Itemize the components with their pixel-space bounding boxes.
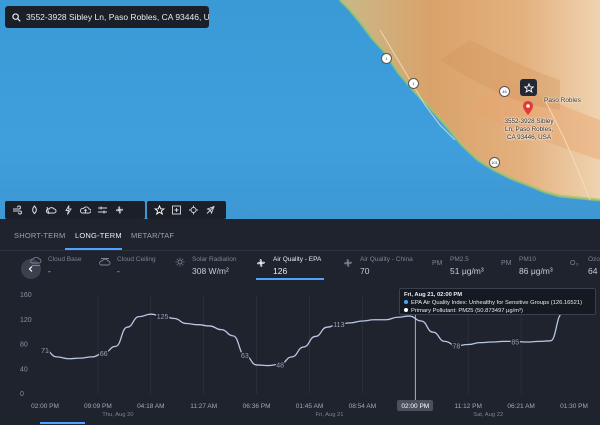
- y-axis-ticks: 0 40 80 120 160: [20, 292, 32, 398]
- x-tick-label: 02:00 PM: [31, 403, 59, 410]
- x-tick-label: 01:30 PM: [560, 403, 588, 410]
- tooltip-line-pollutant: Primary Pollutant: PM25 (50.873497 μg/m³…: [404, 307, 591, 315]
- date-labels: Thu, Aug 20 Fri, Aug 21 Sat, Aug 22: [102, 412, 503, 418]
- x-tick-label: 09:09 PM: [84, 403, 112, 410]
- x-tick-label: 04:18 AM: [137, 403, 164, 410]
- x-tick-label: 08:54 AM: [349, 403, 376, 410]
- chart-tooltip: Fri, Aug 21, 02:00 PM EPA Air Quality In…: [399, 288, 596, 315]
- x-tick-label: 02:00 PM: [401, 403, 429, 410]
- point-label: 63: [241, 353, 249, 360]
- air-quality-chart[interactable]: 0 40 80 120 160 02:00 PM 09:09 PM 04:18 AM 11:2…: [0, 0, 600, 425]
- point-label: 125: [157, 314, 169, 321]
- series-dot: [404, 308, 408, 313]
- series-dot: [404, 300, 408, 305]
- date-label: Sat, Aug 22: [473, 412, 503, 418]
- tooltip-line-aqi: EPA Air Quality Index: Unhealthy for Sen…: [404, 299, 591, 307]
- x-tick-label: 06:36 PM: [243, 403, 271, 410]
- y-tick-label: 160: [20, 292, 32, 299]
- point-label: 78: [453, 344, 461, 351]
- point-label: 66: [100, 351, 108, 358]
- point-label: 48: [276, 362, 284, 369]
- y-tick-label: 0: [20, 391, 24, 398]
- x-axis-ticks: 02:00 PM 09:09 PM 04:18 AM 11:27 AM 06:36 PM…: [31, 403, 588, 410]
- y-tick-label: 80: [20, 342, 28, 349]
- tooltip-title: Fri, Aug 21, 02:00 PM: [404, 292, 463, 298]
- x-tick-label: 06:21 AM: [507, 403, 534, 410]
- timeline-scroll-indicator[interactable]: [40, 422, 85, 424]
- point-label: 71: [41, 348, 49, 355]
- x-tick-label: 11:12 PM: [455, 403, 482, 410]
- date-label: Fri, Aug 21: [315, 412, 343, 418]
- y-tick-label: 40: [20, 366, 28, 373]
- point-label: 113: [333, 322, 344, 329]
- x-tick-label: 11:27 AM: [190, 403, 217, 410]
- y-tick-label: 120: [20, 317, 32, 324]
- point-label: 85: [511, 339, 519, 346]
- date-label: Thu, Aug 20: [102, 412, 133, 418]
- x-tick-label: 01:45 AM: [296, 403, 323, 410]
